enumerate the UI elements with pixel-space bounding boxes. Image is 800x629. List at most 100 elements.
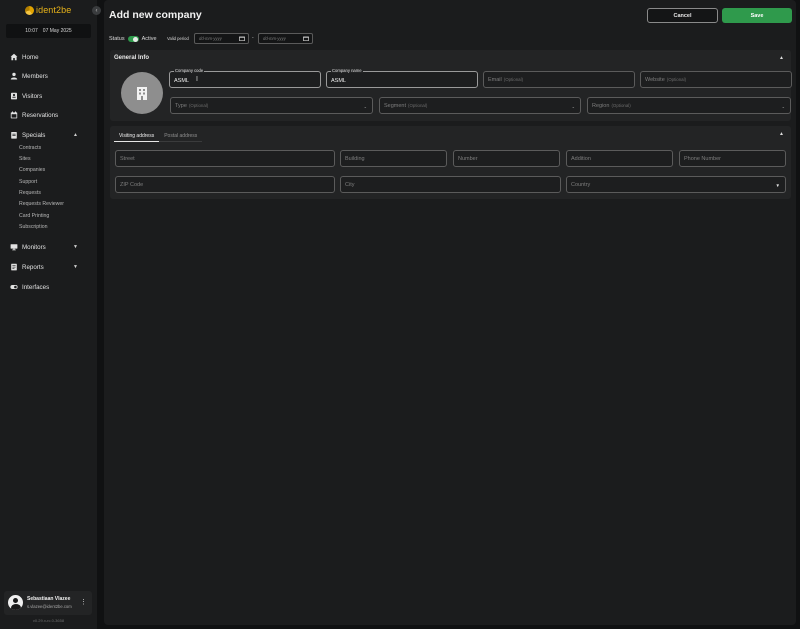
person-icon — [10, 72, 18, 80]
status-row: Status Active — [109, 33, 157, 45]
user-name: Sebastiaan Vlazee — [27, 596, 71, 602]
chevron-up-icon: ▲ — [73, 132, 78, 138]
tab-visiting-address[interactable]: Visiting address — [114, 130, 160, 142]
date-placeholder: dd-mm-yyyy — [199, 36, 222, 41]
chevron-down-icon: ▼ — [73, 244, 78, 250]
sidebar-subitem-requests[interactable]: Requests — [19, 190, 41, 196]
clock-time: 10:07 — [25, 28, 38, 34]
email-field[interactable]: Email (Optional) — [483, 71, 635, 88]
sidebar-item-reservations[interactable]: Reservations — [10, 109, 88, 121]
status-value: Active — [141, 36, 157, 42]
city-field[interactable]: City — [340, 176, 561, 193]
optional-hint: (Optional) — [666, 77, 687, 82]
status-toggle[interactable] — [127, 36, 139, 42]
user-card[interactable]: Sebastiaan Vlazee s.vlazee@ident2be.com … — [4, 591, 92, 615]
company-name-field[interactable]: Company name ASML — [326, 68, 478, 88]
optional-hint: (Optional) — [611, 103, 631, 108]
website-field[interactable]: Website (Optional) — [640, 71, 792, 88]
field-placeholder: Country — [571, 181, 591, 188]
text-cursor-icon: I — [196, 76, 198, 83]
sidebar-subitem-requests-reviewer[interactable]: Requests Reviewer — [19, 201, 64, 207]
sidebar-item-label: Reports — [22, 263, 44, 271]
number-field[interactable]: Number — [453, 150, 560, 167]
chevron-down-icon: ▼ — [73, 264, 78, 270]
address-tabs: Visiting address Postal address — [114, 130, 203, 142]
cancel-button[interactable]: Cancel — [647, 8, 718, 23]
sidebar-item-label: Reservations — [22, 111, 59, 119]
sidebar-subitem-subscription[interactable]: Subscription — [19, 224, 48, 230]
optional-hint: (Optional) — [408, 103, 428, 108]
chevron-up-icon[interactable]: ▲ — [779, 131, 784, 137]
sidebar-item-label: Home — [22, 53, 39, 61]
sidebar-item-label: Interfaces — [22, 283, 50, 291]
type-select[interactable]: Type (Optional) ⌄ — [170, 97, 373, 114]
addition-field[interactable]: Addition — [566, 150, 673, 167]
field-placeholder: Number — [458, 155, 478, 162]
sidebar-subitem-sites[interactable]: Sites — [19, 156, 31, 162]
sidebar-item-reports[interactable]: Reports ▼ — [10, 261, 88, 273]
sidebar-subitem-companies[interactable]: Companies — [19, 167, 45, 173]
toggle-icon — [10, 283, 18, 291]
sidebar-item-specials[interactable]: Specials ▲ — [10, 129, 88, 141]
version-label: v0.29.x-rc.0-3658 — [32, 618, 65, 623]
field-placeholder: Type — [175, 102, 187, 109]
sidebar-item-home[interactable]: Home — [10, 51, 88, 63]
calendar-icon[interactable] — [239, 36, 245, 41]
sidebar-item-interfaces[interactable]: Interfaces — [10, 281, 88, 293]
logo-text: ident2be — [36, 5, 72, 15]
sidebar-item-monitors[interactable]: Monitors ▼ — [10, 241, 88, 253]
phone-number-field[interactable]: Phone Number — [679, 150, 786, 167]
sidebar-subitem-contracts[interactable]: Contracts — [19, 145, 41, 151]
tab-postal-address[interactable]: Postal address — [159, 130, 203, 142]
general-info-title: General Info — [114, 55, 150, 61]
more-vertical-icon[interactable]: ⋮ — [80, 598, 87, 606]
calendar-icon[interactable] — [303, 36, 309, 41]
save-button[interactable]: Save — [722, 8, 792, 23]
segment-select[interactable]: Segment (Optional) ⌄ — [379, 97, 581, 114]
building-field[interactable]: Building — [340, 150, 447, 167]
country-select[interactable]: Country ▼ — [566, 176, 786, 193]
main-content: Add new company Cancel Save Status Activ… — [104, 0, 796, 625]
optional-hint: (Optional) — [503, 77, 524, 82]
sidebar-item-label: Monitors — [22, 243, 46, 251]
sidebar-subitem-support[interactable]: Support — [19, 179, 37, 185]
company-logo-placeholder[interactable] — [121, 72, 163, 114]
field-placeholder: City — [345, 181, 355, 188]
report-icon — [10, 263, 18, 271]
sidebar-item-visitors[interactable]: Visitors — [10, 90, 88, 102]
zip-code-field[interactable]: ZIP Code — [115, 176, 335, 193]
chevron-down-icon: ⌄ — [363, 104, 367, 109]
chevron-up-icon[interactable]: ▲ — [779, 55, 784, 61]
avatar — [8, 595, 23, 610]
badge-icon — [10, 92, 18, 100]
caret-down-icon: ▼ — [775, 183, 780, 188]
chevron-down-icon: ⌄ — [781, 104, 785, 109]
status-label: Status — [109, 36, 125, 42]
field-label: Company name — [331, 68, 363, 73]
user-email: s.vlazee@ident2be.com — [27, 604, 72, 609]
valid-to-input[interactable]: dd-mm-yyyy — [258, 33, 313, 44]
building-icon — [137, 87, 147, 100]
monitor-icon — [10, 243, 18, 251]
field-label: Company code — [174, 68, 205, 73]
sidebar-item-members[interactable]: Members — [10, 70, 88, 82]
valid-from-input[interactable]: dd-mm-yyyy — [194, 33, 249, 44]
sidebar-item-label: Specials — [22, 131, 46, 139]
field-value: ASML — [331, 78, 346, 84]
field-placeholder: ZIP Code — [120, 181, 144, 188]
field-placeholder: Email — [488, 76, 502, 83]
company-code-field[interactable]: Company code ASML I — [169, 68, 321, 88]
street-field[interactable]: Street — [115, 150, 335, 167]
clipboard-icon — [10, 131, 18, 139]
region-select[interactable]: Region (Optional) ⌄ — [587, 97, 791, 114]
sidebar-subitem-card-printing[interactable]: Card Printing — [19, 213, 49, 219]
sidebar-item-label: Members — [22, 72, 48, 80]
clock: 10:07 07 May 2025 — [6, 24, 91, 38]
field-placeholder: Building — [345, 155, 365, 162]
calendar-icon — [10, 111, 18, 119]
logo[interactable]: ident2be — [25, 4, 71, 16]
sidebar: ident2be 10:07 07 May 2025 Home Members … — [0, 0, 97, 629]
collapse-sidebar-button[interactable]: ‹ — [92, 6, 101, 15]
date-placeholder: dd-mm-yyyy — [263, 36, 286, 41]
chevron-down-icon: ⌄ — [571, 104, 575, 109]
